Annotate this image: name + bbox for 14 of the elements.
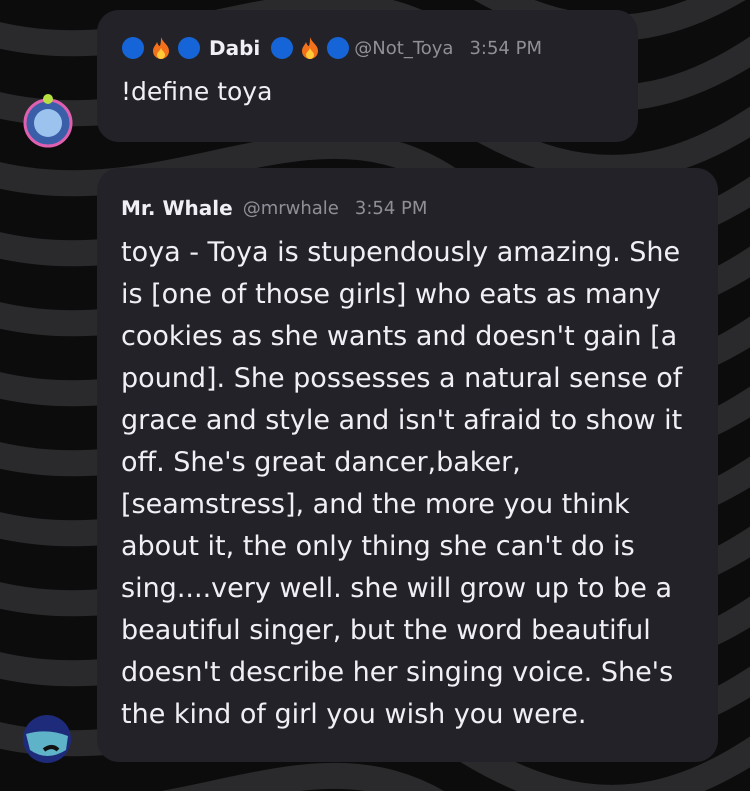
user-handle: @Not_Toya — [354, 38, 454, 58]
user-handle: @mrwhale — [242, 198, 339, 218]
timestamp: 3:54 PM — [469, 38, 542, 58]
timestamp: 3:54 PM — [354, 198, 428, 218]
message-text: !define toya — [121, 76, 274, 108]
message-text: toya - Toya is stupendously amazing. She is [one of those girls] who eats as many cookies as she wants and doesn't gain [a pound]. She possesses a natural sense of grace and style and isn't afraid to show it off. She's great dancer,baker,[seamstress], and the more you think about it, the only thing she can't do is sing....very well. she will grow up to be a beautiful singer, but the word beautiful doesn't describe her singing voice. She's the kind of girl you wish you were. — [121, 236, 684, 732]
author-name[interactable]: Dabi — [209, 36, 260, 60]
circle-emoji-icon — [121, 36, 145, 60]
avatar-icon[interactable] — [22, 92, 74, 148]
circle-emoji-icon — [270, 36, 294, 60]
circle-emoji-icon — [326, 36, 350, 60]
author-name[interactable]: Mr. Whale — [121, 196, 233, 220]
circle-emoji-icon — [177, 36, 201, 60]
avatar-icon[interactable] — [22, 714, 72, 764]
